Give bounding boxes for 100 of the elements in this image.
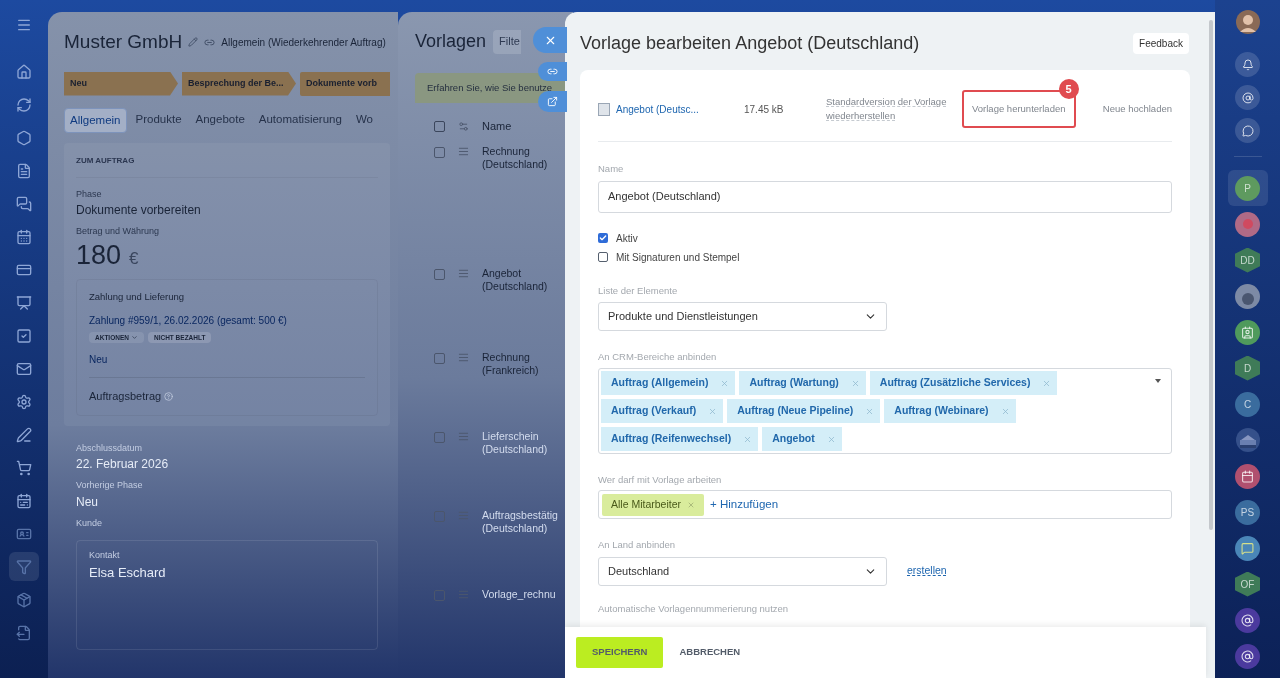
link-icon	[547, 66, 558, 77]
filter-field[interactable]: Filte	[493, 29, 521, 54]
filter-icon[interactable]	[9, 552, 39, 581]
alert-avatar[interactable]	[1235, 211, 1260, 237]
create-link[interactable]: erstellen	[907, 563, 947, 579]
chat-avatar[interactable]: P	[1235, 175, 1260, 201]
close-button[interactable]	[533, 27, 567, 53]
tab[interactable]: Produkte	[130, 107, 187, 133]
tag[interactable]: Auftrag (Zusätzliche Services)	[869, 371, 1058, 395]
drag-handle-icon[interactable]	[458, 146, 469, 157]
tag[interactable]: Alle Mitarbeiter	[602, 493, 705, 516]
tag[interactable]: Auftrag (Webinare)	[884, 399, 1016, 423]
country-select[interactable]: Deutschland	[598, 556, 887, 586]
checkbox[interactable]	[434, 511, 445, 522]
open-external-button[interactable]	[538, 91, 567, 112]
hexagon-avatar[interactable]: OF	[1235, 571, 1260, 597]
edit-icon[interactable]	[188, 37, 199, 48]
file-size: 17.45 kB	[744, 102, 785, 117]
person-avatar[interactable]	[1235, 283, 1260, 309]
chat-icon[interactable]	[1235, 118, 1260, 143]
contact-name[interactable]: Elsa Eschard	[89, 562, 365, 583]
checkbox[interactable]	[434, 353, 445, 364]
checkbox[interactable]	[598, 233, 608, 243]
tag[interactable]: Auftrag (Allgemein)	[601, 371, 736, 395]
field-value: 22. Februar 2026	[76, 456, 170, 474]
hexagon-avatar[interactable]: D	[1235, 355, 1260, 381]
section-title: ZUM AUFTRAG	[76, 154, 136, 167]
tab[interactable]: Wo	[350, 107, 378, 133]
avatar-initials: C	[1243, 397, 1252, 412]
tag[interactable]: Auftrag (Neue Pipeline)	[727, 399, 881, 423]
field-label: An CRM-Bereiche anbinden	[598, 349, 718, 364]
hexagon-avatar[interactable]: DD	[1235, 247, 1260, 273]
card-avatar[interactable]	[1235, 319, 1260, 345]
tab[interactable]: Allgemein	[64, 107, 127, 133]
field-label: An Land anbinden	[598, 538, 677, 553]
notification-icon[interactable]	[1235, 52, 1260, 77]
tab[interactable]: Automatisierung	[253, 107, 347, 133]
upload-link[interactable]: Neue hochladen	[1102, 102, 1172, 117]
checkbox[interactable]	[434, 269, 445, 280]
add-link[interactable]: + Hinzufügen	[710, 496, 779, 514]
save-button[interactable]: SPEICHERN	[576, 637, 664, 668]
template-name[interactable]: Angebot (Deutschland)	[482, 267, 562, 351]
chat-avatar[interactable]	[1235, 535, 1260, 561]
pipeline-name[interactable]: Allgemein (Wiederkehrender Auftrag)	[221, 34, 386, 50]
checkbox[interactable]	[434, 432, 445, 443]
crm-field[interactable]: Auftrag (Allgemein) Auftrag (Wartung) Auftrag (Zusätzliche Services) Auftrag (Verkauf) Auftrag (Neue Pipeline) Auftrag (Webinare) Auftrag (Reifenwechsel) Angebot	[598, 368, 1172, 454]
field-label: Automatische Vorlagennummerierung nutzen	[598, 601, 790, 616]
feedback-button[interactable]: Feedback	[1133, 33, 1189, 54]
caret-icon	[130, 333, 138, 341]
help-icon[interactable]	[164, 392, 174, 401]
template-name[interactable]: Rechnung (Deutschland)	[482, 145, 562, 267]
field-label: Wer darf mit Vorlage arbeiten	[598, 473, 723, 487]
tag[interactable]: Auftrag (Wartung)	[739, 371, 866, 395]
field-value: Neu	[76, 493, 99, 511]
tag[interactable]: Auftrag (Reifenwechsel)	[601, 427, 759, 451]
payment-state[interactable]: Neu	[89, 352, 365, 368]
checkbox[interactable]	[598, 252, 608, 262]
name-field[interactable]: Angebot (Deutschland)	[598, 180, 1172, 213]
drag-handle-icon[interactable]	[458, 352, 469, 363]
checkbox[interactable]	[434, 147, 445, 158]
restore-link[interactable]: Standardversion der Vorlage wiederherstellen	[826, 95, 962, 124]
field-label: Abschlussdatum	[76, 441, 144, 455]
tag[interactable]: Auftrag (Verkauf)	[601, 399, 724, 423]
field-label: Liste der Elemente	[598, 283, 679, 298]
column-header: Name	[482, 118, 512, 134]
chat-avatar[interactable]: PS	[1235, 499, 1260, 525]
template-name[interactable]: Rechnung (Frankreich)	[482, 351, 562, 430]
elements-select[interactable]: Produkte und Dienstleistungen	[598, 301, 887, 331]
field-label: Vorherige Phase	[76, 479, 144, 493]
template-name[interactable]: Auftragsbestätig (Deutschland)	[482, 509, 562, 588]
template-name[interactable]: Lieferschein (Deutschland)	[482, 430, 562, 509]
tab[interactable]: Angebote	[190, 107, 250, 133]
field-label: Kontakt	[89, 549, 121, 563]
avatar-initials: P	[1244, 181, 1251, 196]
remove-icon[interactable]	[687, 500, 696, 509]
drag-handle-icon[interactable]	[458, 510, 469, 521]
panel-title: Vorlagen	[415, 30, 487, 53]
checkbox-label: Aktiv	[616, 231, 638, 246]
tag[interactable]: Angebot	[762, 427, 842, 451]
payment-title: Zahlung und Lieferung	[89, 290, 186, 305]
external-link-icon	[547, 96, 558, 107]
drag-handle-icon[interactable]	[458, 431, 469, 442]
cancel-button[interactable]: ABBRECHEN	[673, 637, 747, 668]
template-name[interactable]: Vorlage_rechnu	[482, 588, 562, 667]
drag-handle-icon[interactable]	[458, 268, 469, 279]
user-avatar[interactable]	[1235, 10, 1260, 34]
avatar-initials: D	[1243, 361, 1252, 376]
file-link[interactable]: Angebot (Deutsc...	[616, 101, 744, 117]
field-label: Kunde	[76, 516, 104, 530]
deal-title: Muster GmbH	[64, 30, 183, 54]
field-label: Betrag und Währung	[76, 225, 161, 239]
access-field[interactable]: Alle Mitarbeiter + Hinzufügen	[598, 490, 1172, 520]
chat-avatar[interactable]: C	[1235, 391, 1260, 417]
calendar-avatar[interactable]	[1235, 463, 1260, 489]
avatar-initials: PS	[1240, 505, 1255, 520]
link-button[interactable]	[538, 62, 567, 81]
payment-link[interactable]: Zahlung #959/1, 26.02.2026 (gesamt: 500 €)	[89, 312, 365, 328]
dropdown-icon[interactable]	[1155, 379, 1161, 383]
total-label: Auftragsbetrag	[89, 389, 162, 405]
checkbox[interactable]	[434, 120, 445, 132]
